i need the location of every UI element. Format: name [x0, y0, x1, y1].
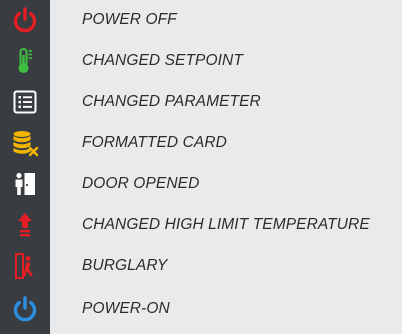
legend-item-formatted-card: FORMATTED CARD — [0, 123, 402, 164]
high-limit-temperature-icon — [10, 210, 40, 240]
formatted-card-icon — [10, 128, 40, 158]
legend-item-power-on: POWER-ON — [0, 289, 402, 330]
legend-label: POWER OFF — [82, 11, 177, 28]
list-icon — [10, 87, 40, 117]
legend-item-door-opened: DOOR OPENED — [0, 164, 402, 205]
legend-label: FORMATTED CARD — [82, 134, 227, 151]
burglary-icon — [10, 251, 40, 281]
power-on-icon — [10, 294, 40, 324]
legend-label: DOOR OPENED — [82, 175, 200, 192]
legend-label: BURGLARY — [82, 257, 168, 274]
legend-label: CHANGED PARAMETER — [82, 93, 261, 110]
door-opened-icon — [10, 169, 40, 199]
legend-item-power-off: POWER OFF — [0, 0, 402, 41]
legend-item-changed-setpoint: CHANGED SETPOINT — [0, 41, 402, 82]
legend-label: POWER-ON — [82, 300, 170, 317]
event-legend: POWER OFF CHANGED SETPOINT CHANGED PARAM… — [0, 0, 402, 334]
thermometer-icon — [10, 46, 40, 76]
legend-item-high-limit-temperature: CHANGED HIGH LIMIT TEMPERATURE — [0, 205, 402, 246]
legend-item-changed-parameter: CHANGED PARAMETER — [0, 82, 402, 123]
legend-label: CHANGED HIGH LIMIT TEMPERATURE — [82, 216, 370, 233]
legend-label: CHANGED SETPOINT — [82, 52, 243, 69]
power-off-icon — [10, 5, 40, 35]
legend-item-burglary: BURGLARY — [0, 246, 402, 287]
